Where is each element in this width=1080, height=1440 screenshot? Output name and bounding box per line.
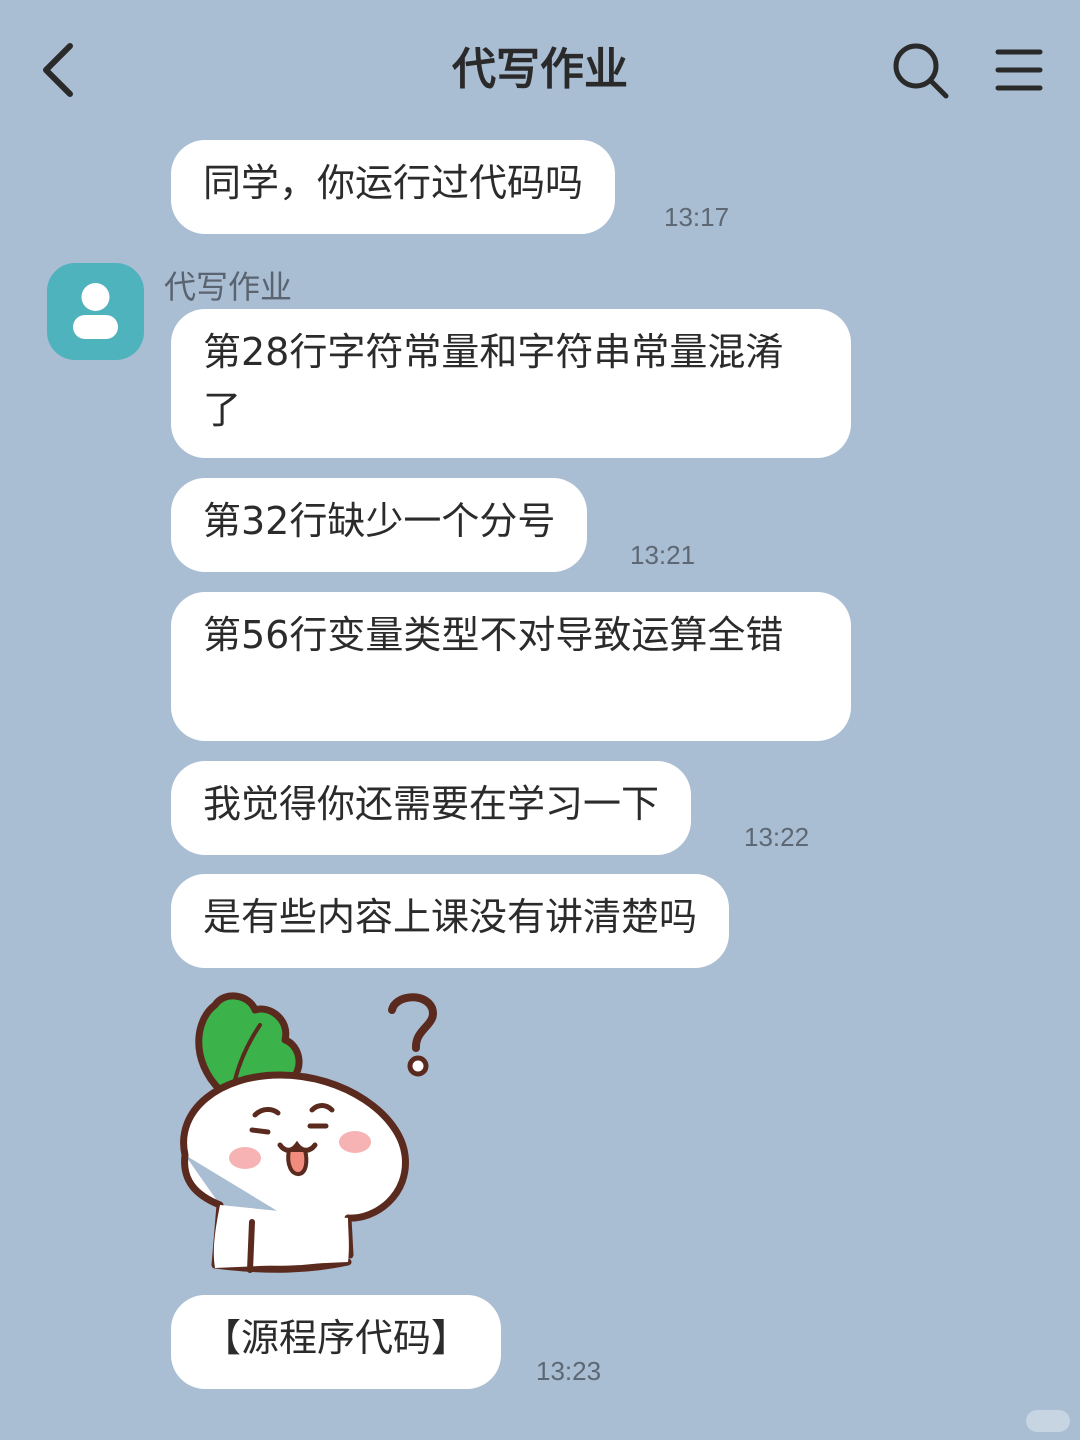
message-bubble[interactable]: 同学，你运行过代码吗	[171, 140, 616, 234]
message-bubble[interactable]: 第32行缺少一个分号	[171, 478, 588, 572]
page-title: 代写作业	[452, 44, 628, 95]
message-time: 13:22	[744, 822, 810, 852]
message-text: 第32行缺少一个分号	[203, 499, 556, 543]
message-time: 13:17	[664, 202, 730, 232]
sender-name: 代写作业	[164, 268, 293, 306]
avatar[interactable]	[47, 263, 144, 360]
message-time: 13:23	[536, 1356, 602, 1386]
message-text: 【源程序代码】	[203, 1316, 470, 1360]
hamburger-menu-icon	[995, 49, 1043, 91]
radish-character-icon	[180, 992, 437, 1273]
message-bubble[interactable]: 第56行变量类型不对导致运算全错	[171, 592, 851, 741]
person-icon	[73, 283, 118, 339]
watermark	[1026, 1410, 1070, 1432]
message-bubble[interactable]: 第28行字符常量和字符串常量混淆了	[171, 309, 851, 458]
message-bubble[interactable]: 是有些内容上课没有讲清楚吗	[171, 874, 730, 968]
message-bubble[interactable]: 我觉得你还需要在学习一下	[171, 761, 692, 855]
message-text: 同学，你运行过代码吗	[203, 161, 584, 205]
back-button[interactable]	[30, 38, 90, 102]
chevron-left-icon	[43, 43, 73, 97]
message-text: 第56行变量类型不对导致运算全错	[203, 613, 784, 657]
message-text: 是有些内容上课没有讲清楚吗	[203, 895, 698, 939]
top-bar: 代写作业	[0, 0, 1080, 140]
search-icon	[893, 43, 949, 99]
search-button[interactable]	[888, 38, 954, 104]
confused-radish-sticker[interactable]	[160, 980, 460, 1280]
message-text: 我觉得你还需要在学习一下	[203, 782, 660, 826]
message-time: 13:21	[630, 540, 696, 570]
message-bubble[interactable]: 【源程序代码】	[171, 1295, 502, 1389]
menu-button[interactable]	[988, 40, 1050, 100]
message-text: 第28行字符常量和字符串常量混淆了	[203, 330, 784, 432]
